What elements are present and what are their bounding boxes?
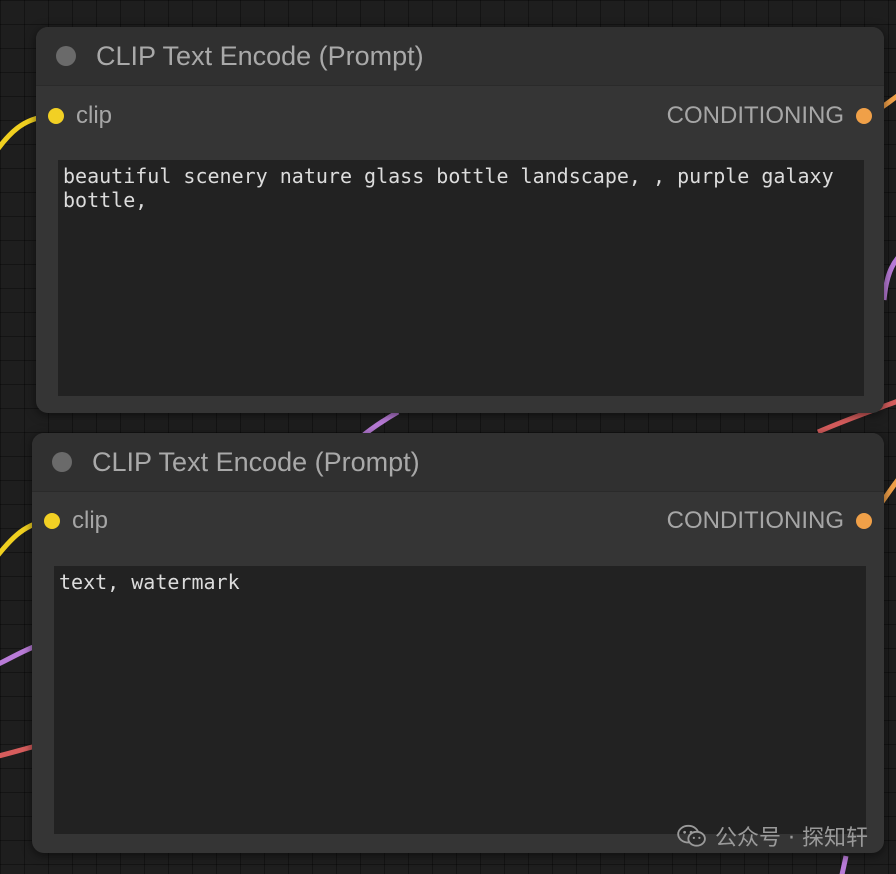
collapse-dot-icon[interactable] [52, 452, 72, 472]
wechat-icon [677, 824, 706, 847]
wire-purple-left [0, 643, 37, 667]
conditioning-output-slot-icon[interactable] [856, 108, 872, 124]
node-header[interactable]: CLIP Text Encode (Prompt) [36, 27, 884, 86]
node-title: CLIP Text Encode (Prompt) [92, 447, 420, 477]
node-title: CLIP Text Encode (Prompt) [96, 41, 424, 71]
prompt-textarea[interactable]: beautiful scenery nature glass bottle la… [58, 160, 864, 396]
conditioning-output-label: CONDITIONING [666, 507, 844, 534]
conditioning-output-slot-icon[interactable] [856, 513, 872, 529]
clip-input-label: clip [76, 102, 113, 129]
watermark-text: 公众号 · 探知轩 [715, 826, 868, 851]
wire-purple-right [881, 256, 896, 301]
node-graph-canvas[interactable]: CLIP Text Encode (Prompt) clip CONDITION… [0, 0, 896, 874]
wire-red-left [0, 743, 37, 759]
clip-input-slot-icon[interactable] [44, 513, 60, 529]
clip-text-encode-node-1[interactable]: CLIP Text Encode (Prompt) clip CONDITION… [36, 27, 884, 413]
wire-purple-bottom [839, 855, 849, 874]
collapse-dot-icon[interactable] [56, 46, 76, 66]
clip-input-label: clip [72, 507, 109, 534]
watermark: 公众号 · 探知轩 [677, 820, 868, 852]
prompt-textarea[interactable]: text, watermark [54, 566, 866, 834]
clip-text-encode-node-2[interactable]: CLIP Text Encode (Prompt) clip CONDITION… [32, 433, 884, 853]
node-header[interactable]: CLIP Text Encode (Prompt) [32, 433, 884, 492]
conditioning-output-label: CONDITIONING [666, 102, 844, 129]
clip-input-slot-icon[interactable] [48, 108, 64, 124]
